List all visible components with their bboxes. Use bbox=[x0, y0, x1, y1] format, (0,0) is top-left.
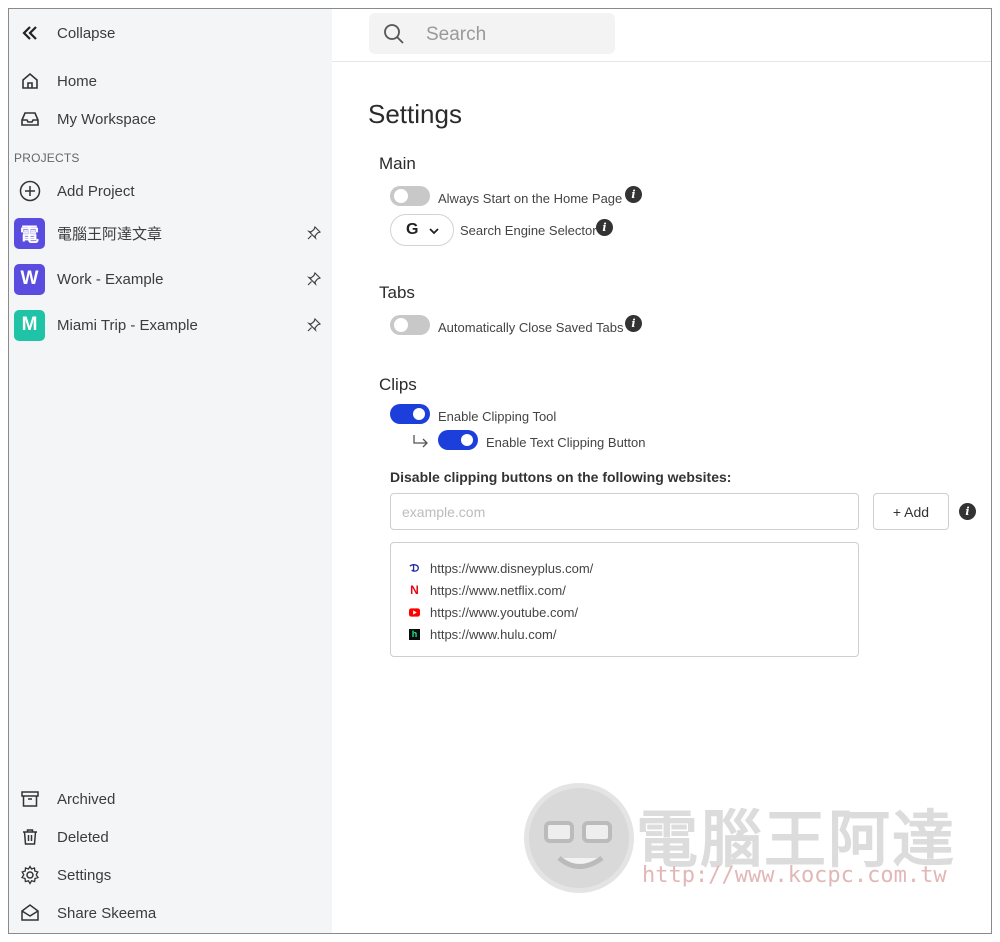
clipping-tool-toggle[interactable] bbox=[390, 404, 430, 424]
list-item: N https://www.netflix.com/ bbox=[409, 581, 566, 599]
info-icon[interactable]: i bbox=[596, 219, 613, 236]
sidebar-item-label: Settings bbox=[57, 866, 112, 884]
youtube-icon bbox=[409, 607, 420, 618]
section-heading-clips: Clips bbox=[379, 375, 417, 394]
collapse-button[interactable]: Collapse bbox=[9, 15, 332, 51]
site-url: https://www.hulu.com/ bbox=[430, 626, 557, 642]
project-name: Work - Example bbox=[57, 270, 164, 288]
auto-close-toggle[interactable] bbox=[390, 315, 430, 335]
watermark-url: http://www.kocpc.com.tw bbox=[642, 863, 947, 888]
search-engine-value: G bbox=[406, 221, 419, 238]
search-engine-select[interactable]: G bbox=[390, 214, 454, 246]
project-item[interactable]: 電 電腦王阿達文章 bbox=[9, 215, 332, 251]
inbox-icon bbox=[18, 107, 42, 131]
double-chevron-left-icon bbox=[18, 21, 42, 45]
disabled-sites-list: https://www.disneyplus.com/ N https://ww… bbox=[390, 542, 859, 657]
auto-close-label: Automatically Close Saved Tabs bbox=[438, 320, 624, 335]
sidebar-item-deleted[interactable]: Deleted bbox=[9, 819, 332, 855]
search-placeholder: Search bbox=[426, 24, 487, 45]
pin-icon[interactable] bbox=[306, 225, 322, 241]
sidebar-item-archived[interactable]: Archived bbox=[9, 781, 332, 817]
clipping-tool-label: Enable Clipping Tool bbox=[438, 409, 557, 424]
list-item: h https://www.hulu.com/ bbox=[409, 625, 556, 643]
sidebar-item-label: Home bbox=[57, 72, 98, 90]
pin-icon[interactable] bbox=[306, 271, 322, 287]
add-site-button[interactable]: + Add bbox=[873, 493, 949, 530]
netflix-icon: N bbox=[410, 583, 419, 597]
sidebar-item-share-skeema[interactable]: Share Skeema bbox=[9, 895, 332, 931]
arrow-sub-icon bbox=[413, 435, 428, 448]
website-input-placeholder: example.com bbox=[402, 504, 486, 520]
always-start-label: Always Start on the Home Page bbox=[438, 191, 623, 206]
info-icon[interactable]: i bbox=[625, 186, 642, 203]
site-url: https://www.disneyplus.com/ bbox=[430, 560, 594, 576]
disney-icon bbox=[409, 563, 420, 574]
page-title: Settings bbox=[368, 99, 462, 129]
top-bar: Search bbox=[332, 9, 991, 62]
mascot-face-icon bbox=[524, 783, 634, 893]
section-heading-main: Main bbox=[379, 154, 416, 173]
watermark-logo: 電腦王阿達 http://www.kocpc.com.tw bbox=[524, 771, 964, 896]
plus-circle-icon bbox=[18, 179, 42, 203]
sidebar: Collapse Home My Workspace PROJECTS Add … bbox=[9, 9, 332, 933]
website-input[interactable]: example.com bbox=[390, 493, 859, 530]
pin-icon[interactable] bbox=[306, 317, 322, 333]
project-item[interactable]: M Miami Trip - Example bbox=[9, 307, 332, 343]
app-window: Collapse Home My Workspace PROJECTS Add … bbox=[8, 8, 992, 934]
project-avatar: W bbox=[14, 263, 45, 295]
sidebar-item-label: My Workspace bbox=[57, 110, 156, 128]
home-icon bbox=[18, 69, 42, 93]
project-name: 電腦王阿達文章 bbox=[57, 225, 163, 243]
info-icon[interactable]: i bbox=[959, 503, 976, 520]
share-icon bbox=[18, 901, 42, 925]
site-url: https://www.netflix.com/ bbox=[430, 582, 566, 598]
project-avatar: M bbox=[14, 309, 45, 341]
project-item[interactable]: W Work - Example bbox=[9, 261, 332, 297]
sidebar-item-label: Share Skeema bbox=[57, 904, 157, 922]
archive-icon bbox=[18, 787, 42, 811]
section-heading-tabs: Tabs bbox=[379, 283, 415, 302]
project-name: Miami Trip - Example bbox=[57, 316, 198, 334]
info-icon[interactable]: i bbox=[625, 315, 642, 332]
sidebar-item-settings[interactable]: Settings bbox=[9, 857, 332, 893]
trash-icon bbox=[18, 825, 42, 849]
sidebar-item-label: Deleted bbox=[57, 828, 109, 846]
always-start-toggle[interactable] bbox=[390, 186, 430, 206]
projects-heading: PROJECTS bbox=[14, 151, 80, 165]
disable-sites-label: Disable clipping buttons on the followin… bbox=[390, 469, 732, 485]
sidebar-item-my-workspace[interactable]: My Workspace bbox=[9, 101, 332, 137]
search-engine-label: Search Engine Selector bbox=[460, 223, 597, 238]
hulu-icon: h bbox=[409, 628, 420, 640]
project-avatar: 電 bbox=[14, 217, 45, 249]
add-project-button[interactable]: Add Project bbox=[9, 173, 332, 209]
collapse-label: Collapse bbox=[57, 24, 116, 42]
text-clipping-toggle[interactable] bbox=[438, 430, 478, 450]
search-icon bbox=[384, 24, 404, 44]
sidebar-item-home[interactable]: Home bbox=[9, 63, 332, 99]
text-clipping-label: Enable Text Clipping Button bbox=[486, 435, 646, 450]
chevron-down-icon bbox=[429, 228, 439, 235]
site-url: https://www.youtube.com/ bbox=[430, 604, 579, 620]
add-project-label: Add Project bbox=[57, 182, 135, 200]
search-input[interactable]: Search bbox=[369, 13, 615, 54]
list-item: https://www.disneyplus.com/ bbox=[409, 559, 593, 577]
sidebar-item-label: Archived bbox=[57, 790, 116, 808]
gear-icon bbox=[18, 863, 42, 887]
list-item: https://www.youtube.com/ bbox=[409, 603, 578, 621]
